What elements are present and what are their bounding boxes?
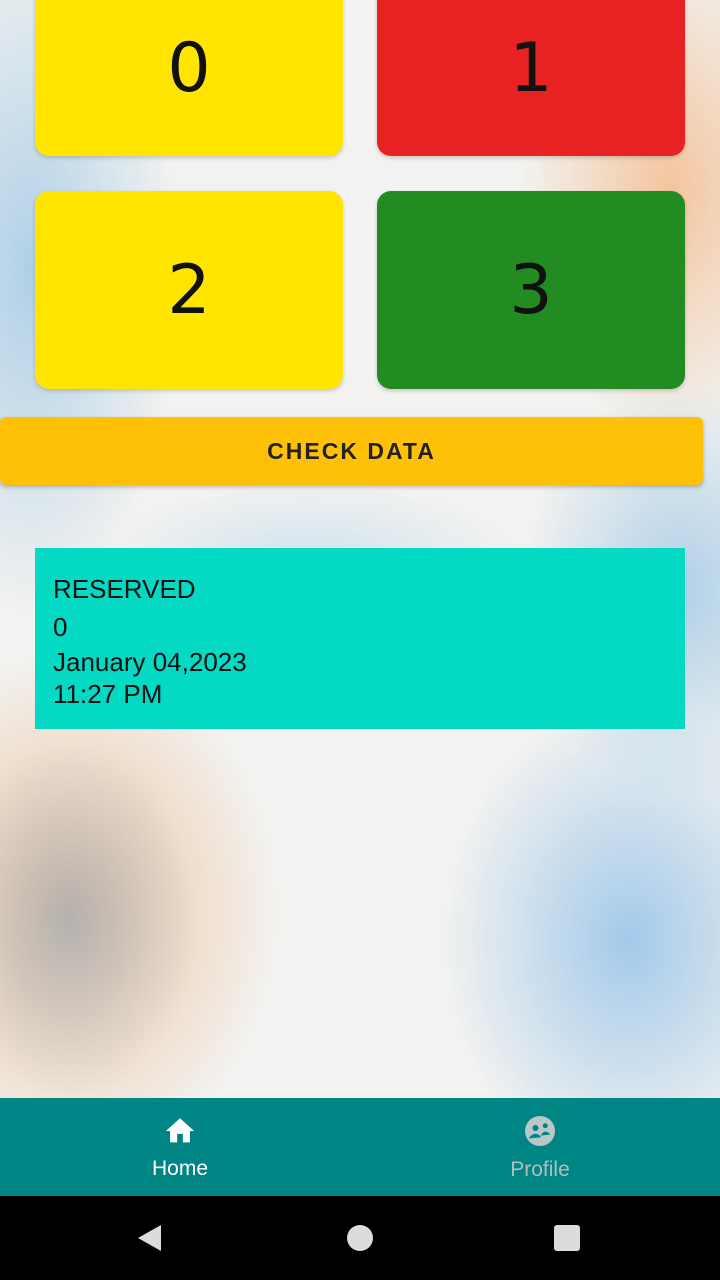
slot-number: 2 [167,250,211,330]
bottom-navigation: Home Profile [0,1098,720,1196]
reservation-info-card: RESERVED 0 January 04,2023 11:27 PM [35,548,685,729]
slot-number: 1 [509,28,553,108]
slot-tile-2[interactable]: 2 [35,191,343,389]
home-icon [162,1114,198,1153]
nav-label-profile: Profile [510,1157,570,1181]
slot-tile-1[interactable]: 1 [377,0,685,156]
system-navigation-bar [0,1196,720,1280]
reservation-status: RESERVED [53,574,196,604]
nav-item-profile[interactable]: Profile [360,1098,720,1196]
slot-tile-3[interactable]: 3 [377,191,685,389]
check-data-button[interactable]: CHECK DATA [0,417,703,485]
reservation-slot: 0 [53,612,68,642]
profile-icon [522,1113,558,1154]
slot-tile-0[interactable]: 0 [35,0,343,156]
reservation-time: 11:27 PM [53,679,163,709]
back-icon[interactable] [135,1222,165,1259]
home-circle-icon[interactable] [346,1222,376,1259]
reservation-date: January 04,2023 [53,647,247,677]
slot-number: 0 [167,28,211,108]
recents-icon[interactable] [553,1222,583,1259]
slot-number: 3 [509,250,553,330]
nav-item-home[interactable]: Home [0,1098,360,1196]
nav-label-home: Home [151,1156,209,1180]
